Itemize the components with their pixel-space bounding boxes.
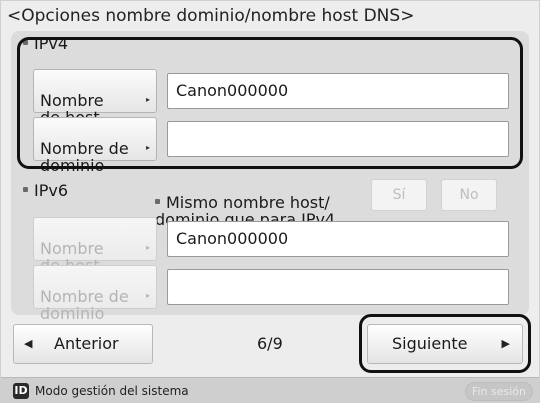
small-triangle-icon: ▸ xyxy=(145,243,150,252)
ipv6-host-name-field[interactable]: Canon000000 xyxy=(167,221,509,257)
ipv6-section-label: IPv6 xyxy=(23,181,68,200)
ipv6-host-name-button[interactable]: Nombre de host ▸ xyxy=(33,217,157,274)
system-mode-text: Modo gestión del sistema xyxy=(35,384,189,398)
no-button[interactable]: No xyxy=(441,179,497,211)
bullet-icon xyxy=(23,187,28,192)
system-mode-icon: ID xyxy=(13,383,29,399)
previous-button-label: Anterior xyxy=(54,334,119,353)
status-bar: ID Modo gestión del sistema Fin sesión xyxy=(1,377,539,403)
previous-button[interactable]: ◀ Anterior xyxy=(13,324,153,364)
ipv4-highlight-box xyxy=(17,37,523,169)
next-highlight-box xyxy=(359,314,531,373)
ipv6-section-text: IPv6 xyxy=(34,181,69,200)
dns-settings-screen: <Opciones nombre dominio/nombre host DNS… xyxy=(0,0,540,403)
logout-button[interactable]: Fin sesión xyxy=(465,382,533,401)
yes-button[interactable]: Sí xyxy=(371,179,427,211)
page-title: <Opciones nombre dominio/nombre host DNS… xyxy=(7,6,415,26)
small-triangle-icon: ▸ xyxy=(145,291,150,300)
ipv6-domain-name-field[interactable] xyxy=(167,269,509,305)
page-indicator: 6/9 xyxy=(257,334,283,353)
ipv6-domain-name-button-label: Nombre de dominio xyxy=(40,287,129,323)
triangle-left-icon: ◀ xyxy=(24,337,33,350)
bullet-icon xyxy=(155,199,160,204)
ipv6-domain-name-button[interactable]: Nombre de dominio ▸ xyxy=(33,265,157,322)
